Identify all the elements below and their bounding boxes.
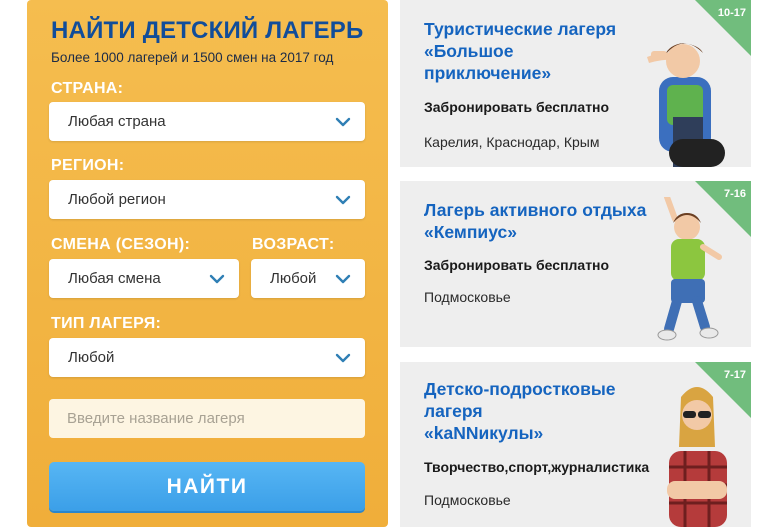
region-select[interactable]: Любой регион bbox=[49, 180, 365, 219]
camp-title-line: «Кемпиус» bbox=[424, 222, 517, 242]
region-label: РЕГИОН: bbox=[51, 157, 125, 174]
session-select-value: Любая смена bbox=[68, 270, 161, 287]
camp-type-select[interactable]: Любой bbox=[49, 338, 365, 377]
age-select[interactable]: Любой bbox=[251, 259, 365, 298]
search-subtitle: Более 1000 лагерей и 1500 смен на 2017 г… bbox=[51, 50, 334, 65]
camp-title[interactable]: Детско-подростковые лагеря «kaNNикулы» bbox=[424, 378, 616, 444]
session-label: СМЕНА (СЕЗОН): bbox=[51, 236, 191, 253]
find-button[interactable]: НАЙТИ bbox=[49, 462, 365, 511]
camp-location: Карелия, Краснодар, Крым bbox=[424, 134, 600, 150]
camp-title-line: «kaNNикулы» bbox=[424, 423, 544, 443]
camp-card-adventure[interactable]: 10-17 Туристические лагеря «Большое прик… bbox=[400, 0, 751, 167]
camp-title-line: Детско-подростковые bbox=[424, 379, 616, 399]
camp-type-label: ТИП ЛАГЕРЯ: bbox=[51, 315, 162, 332]
age-label: ВОЗРАСТ: bbox=[252, 236, 335, 253]
chevron-down-icon bbox=[335, 274, 351, 284]
age-badge-text: 10-17 bbox=[717, 7, 746, 19]
camp-type-select-value: Любой bbox=[68, 349, 115, 366]
camp-cta[interactable]: Творчество,спорт,журналистика bbox=[424, 459, 649, 475]
region-select-value: Любой регион bbox=[68, 191, 166, 208]
camp-title-line: приключение» bbox=[424, 63, 552, 83]
camp-location: Подмосковье bbox=[424, 492, 511, 508]
camp-cta[interactable]: Забронировать бесплатно bbox=[424, 257, 609, 273]
camp-title[interactable]: Туристические лагеря «Большое приключени… bbox=[424, 18, 616, 84]
camp-search-panel: НАЙТИ ДЕТСКИЙ ЛАГЕРЬ Более 1000 лагерей … bbox=[27, 0, 388, 527]
age-select-value: Любой bbox=[270, 270, 317, 287]
camp-cta[interactable]: Забронировать бесплатно bbox=[424, 99, 609, 115]
chevron-down-icon bbox=[335, 195, 351, 205]
hiker-girl-image bbox=[647, 43, 725, 167]
chevron-down-icon bbox=[209, 274, 225, 284]
camp-name-input[interactable] bbox=[49, 399, 365, 438]
camp-title[interactable]: Лагерь активного отдыха «Кемпиус» bbox=[424, 199, 646, 243]
chevron-down-icon bbox=[335, 353, 351, 363]
search-title: НАЙТИ ДЕТСКИЙ ЛАГЕРЬ bbox=[51, 17, 364, 44]
country-select[interactable]: Любая страна bbox=[49, 102, 365, 141]
camp-title-line: Туристические лагеря bbox=[424, 19, 617, 39]
camp-title-line: Лагерь активного отдыха bbox=[424, 200, 647, 220]
chevron-down-icon bbox=[335, 117, 351, 127]
camp-location: Подмосковье bbox=[424, 289, 511, 305]
session-select[interactable]: Любая смена bbox=[49, 259, 239, 298]
country-select-value: Любая страна bbox=[68, 113, 166, 130]
camp-card-kannikuly[interactable]: 7-17 Детско-подростковые лагеря «kaNNику… bbox=[400, 362, 751, 527]
camp-title-line: лагеря bbox=[424, 401, 483, 421]
camp-title-line: «Большое bbox=[424, 41, 514, 61]
camp-card-kempius[interactable]: 7-16 Лагерь активного отдыха «Кемпиус» З… bbox=[400, 181, 751, 347]
country-label: СТРАНА: bbox=[51, 80, 124, 97]
jumping-girl-image bbox=[657, 197, 722, 341]
teen-girl-image bbox=[667, 387, 727, 527]
